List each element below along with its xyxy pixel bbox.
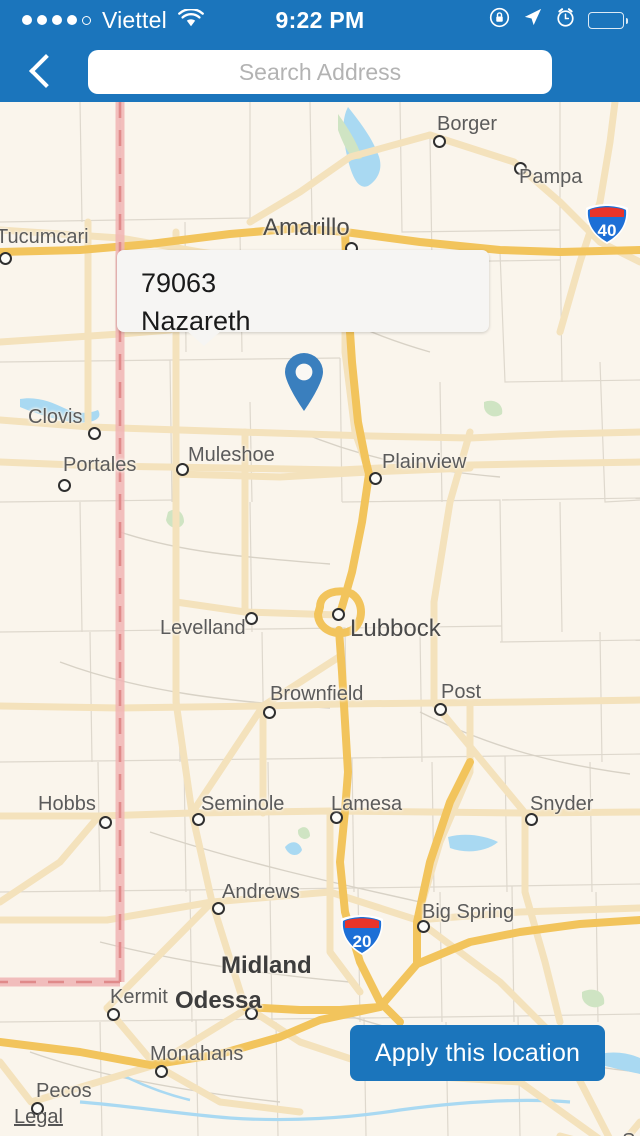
city-label-snyder: Snyder	[530, 793, 594, 815]
city-dot	[369, 472, 382, 485]
svg-text:40: 40	[598, 221, 617, 240]
navigation-bar	[0, 40, 640, 102]
city-dot	[155, 1065, 168, 1078]
city-label-clovis: Clovis	[28, 406, 83, 428]
city-label-plainview: Plainview	[382, 451, 467, 473]
callout-tail	[186, 330, 222, 346]
city-label-lamesa: Lamesa	[331, 793, 403, 815]
city-dot	[245, 612, 258, 625]
location-arrow-icon	[522, 7, 543, 34]
city-dot	[332, 608, 345, 621]
back-chevron-icon	[29, 54, 63, 88]
city-label-pecos: Pecos	[36, 1080, 92, 1102]
city-dot	[88, 427, 101, 440]
city-label-midland: Midland	[221, 952, 312, 979]
city-label-monahans: Monahans	[150, 1043, 244, 1065]
city-label-post: Post	[441, 681, 482, 703]
city-label-kermit: Kermit	[110, 986, 168, 1008]
city-label-big-spring: Big Spring	[422, 901, 515, 923]
city-label-andrews: Andrews	[222, 881, 300, 903]
status-bar: Viettel 9:22 PM	[0, 0, 640, 40]
city-dot	[58, 479, 71, 492]
city-label-hobbs: Hobbs	[38, 793, 96, 815]
city-label-pampa: Pampa	[519, 166, 583, 188]
city-label-brownfield: Brownfield	[270, 683, 364, 705]
city-label-san-angelo: Sa	[622, 1130, 640, 1136]
search-input[interactable]	[88, 50, 552, 94]
map-view[interactable]: Borger Pampa Tucumcari Amarillo Clovis P…	[0, 102, 640, 1136]
city-label-seminole: Seminole	[201, 793, 285, 815]
city-label-levelland: Levelland	[160, 617, 246, 639]
legal-link[interactable]: Legal	[14, 1106, 63, 1129]
interstate-shield-20: 20	[339, 914, 385, 956]
status-bar-right	[489, 7, 628, 34]
back-button[interactable]	[18, 40, 74, 102]
city-label-odessa: Odessa	[175, 987, 262, 1014]
city-dot	[99, 816, 112, 829]
app-root: Viettel 9:22 PM Search Address Borger Pa…	[0, 0, 640, 1136]
city-label-borger: Borger	[437, 113, 498, 135]
battery-icon	[588, 11, 628, 29]
rotation-lock-icon	[489, 7, 510, 34]
city-label-portales: Portales	[63, 454, 137, 476]
city-dot	[263, 706, 276, 719]
city-label-tucumcari: Tucumcari	[0, 226, 89, 248]
apply-location-button[interactable]: Apply this location	[350, 1025, 605, 1081]
map-pin-icon[interactable]	[282, 352, 326, 412]
city-dot	[434, 703, 447, 716]
svg-text:20: 20	[353, 932, 372, 951]
city-label-muleshoe: Muleshoe	[188, 444, 275, 466]
callout-zip: 79063	[141, 268, 217, 298]
city-dot	[433, 135, 446, 148]
city-label-lubbock: Lubbock	[350, 615, 441, 642]
interstate-shield-40: 40	[584, 203, 630, 245]
city-label-amarillo: Amarillo	[263, 214, 350, 241]
alarm-clock-icon	[555, 7, 576, 34]
city-dot	[107, 1008, 120, 1021]
location-callout[interactable]: 79063 Nazareth	[117, 250, 489, 336]
